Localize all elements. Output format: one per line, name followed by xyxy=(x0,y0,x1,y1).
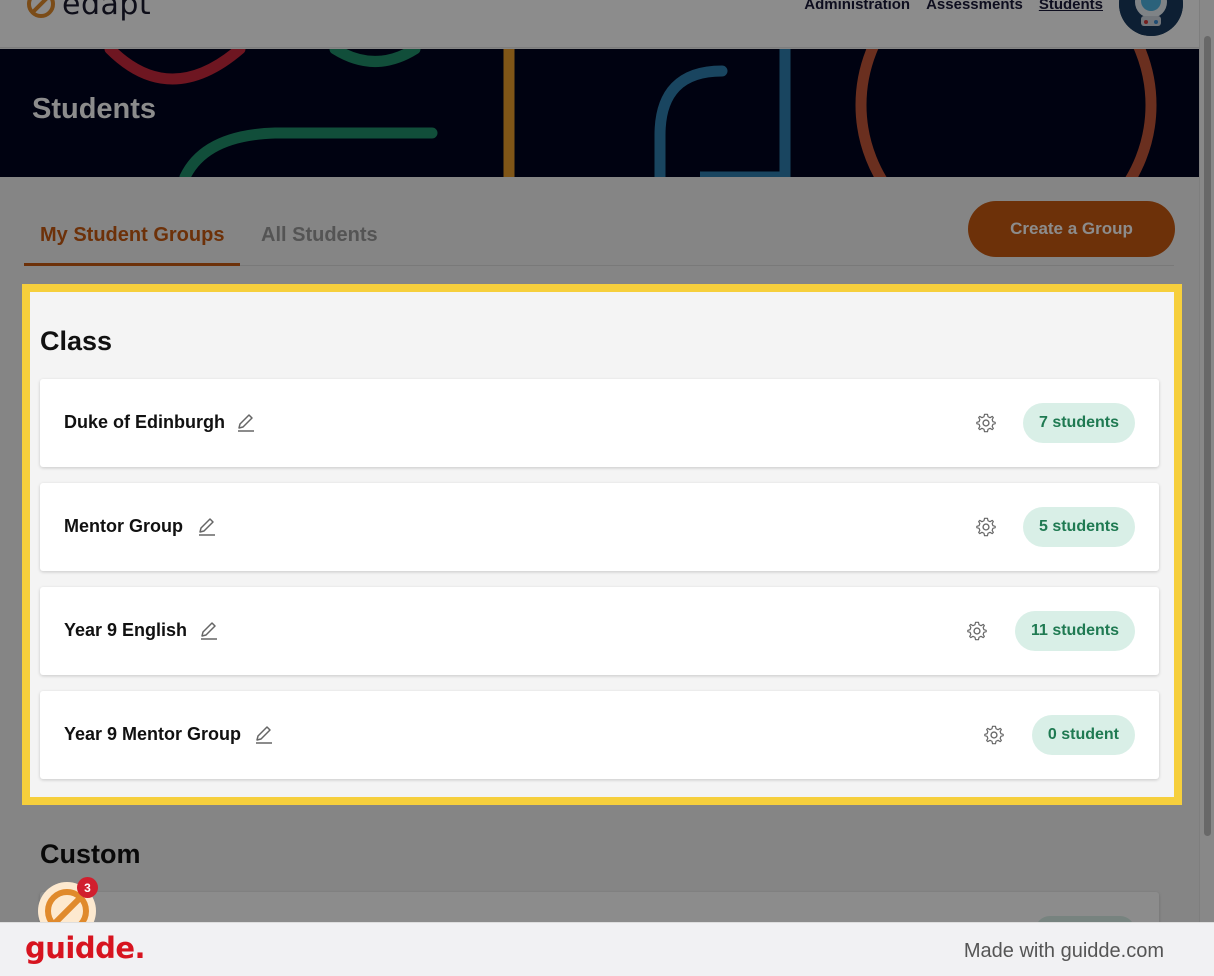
student-count-badge[interactable]: 5 students xyxy=(1022,507,1135,547)
avatar[interactable] xyxy=(1119,0,1183,36)
nav-administration[interactable]: Administration xyxy=(804,0,910,13)
student-count-badge[interactable]: 0 student xyxy=(1031,715,1135,755)
group-name: Duke of Edinburgh xyxy=(64,412,225,432)
create-group-button[interactable]: Create a Group xyxy=(968,201,1175,257)
gear-icon[interactable] xyxy=(975,516,997,538)
group-name: Mentor Group xyxy=(64,516,183,536)
banner-decoration xyxy=(104,49,1157,177)
main-nav: Administration Assessments Students xyxy=(804,0,1103,13)
class-section-title: Class xyxy=(40,326,113,356)
tab-my-student-groups[interactable]: My Student Groups xyxy=(24,220,241,266)
notification-badge: 3 xyxy=(77,877,98,898)
astronaut-avatar-icon xyxy=(1119,0,1183,36)
page-title: Students xyxy=(32,93,157,125)
dim-overlay xyxy=(0,284,22,805)
edapt-logo[interactable]: edapt xyxy=(26,0,151,22)
tab-all-students[interactable]: All Students xyxy=(245,220,394,266)
group-card[interactable]: Year 9 English 11 students xyxy=(40,587,1159,675)
nav-students[interactable]: Students xyxy=(1039,0,1103,13)
gear-icon[interactable] xyxy=(966,620,988,642)
group-name: Year 9 Mentor Group xyxy=(64,724,242,744)
group-name: Year 9 English xyxy=(64,620,188,640)
edit-pencil-icon[interactable] xyxy=(197,517,217,537)
group-card[interactable]: Duke of Edinburgh 7 students xyxy=(40,379,1159,467)
guidde-footer: guidde. Made with guidde.com xyxy=(0,922,1214,976)
student-count-badge[interactable]: 11 students xyxy=(1014,611,1135,651)
group-card[interactable]: Mentor Group 5 students xyxy=(40,483,1159,571)
logo-text: edapt xyxy=(62,0,152,22)
student-count-badge[interactable]: 7 students xyxy=(1022,403,1135,443)
edit-pencil-icon[interactable] xyxy=(254,725,274,745)
scrollbar-thumb[interactable] xyxy=(1204,36,1211,836)
edapt-logo-icon xyxy=(27,0,55,18)
nav-assessments[interactable]: Assessments xyxy=(926,0,1023,13)
edit-pencil-icon[interactable] xyxy=(199,621,219,641)
page-scrollbar[interactable] xyxy=(1199,0,1214,922)
gear-icon[interactable] xyxy=(975,412,997,434)
group-card[interactable]: Year 9 Mentor Group 0 student xyxy=(40,691,1159,779)
gear-icon[interactable] xyxy=(983,724,1005,746)
top-navigation: edapt Administration Assessments Student… xyxy=(0,0,1199,48)
edit-pencil-icon[interactable] xyxy=(236,413,256,433)
guidde-logo[interactable]: guidde. xyxy=(25,931,146,965)
made-with-text: Made with guidde.com xyxy=(963,940,1164,962)
page-banner: Students xyxy=(0,49,1199,177)
custom-section-title: Custom xyxy=(40,839,141,869)
